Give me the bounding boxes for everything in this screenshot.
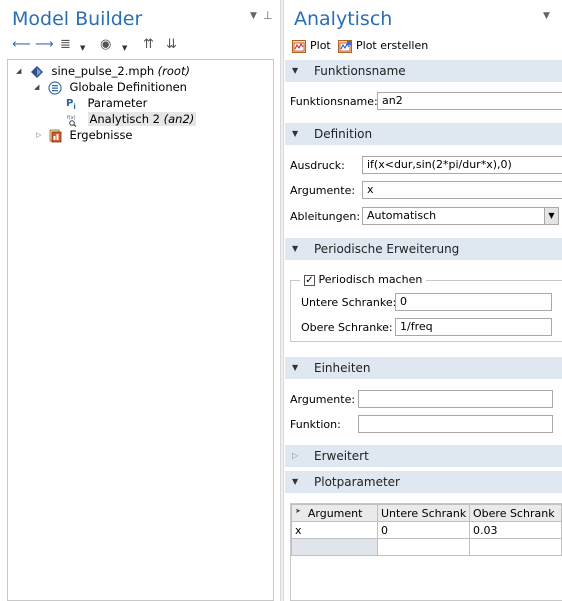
pane-menu-icon[interactable]: ▼ <box>250 11 257 21</box>
model-tree: ◢ sine_pulse_2.mph (root) ◢ Globale Defi… <box>7 59 274 601</box>
global-definitions-icon <box>48 81 62 95</box>
collapsed-triangle-icon[interactable]: ▷ <box>36 127 41 143</box>
derivatives-value: Automatisch <box>367 209 437 222</box>
column-header-upper[interactable]: Obere Schrank <box>469 504 562 522</box>
expand-all-icon[interactable]: ⇊ <box>166 38 177 52</box>
forward-arrow-icon[interactable]: ⟶ <box>35 38 54 52</box>
section-definition-title: Definition <box>314 127 373 141</box>
tree-item-parameters[interactable]: Pi Parameter <box>66 95 147 111</box>
column-header-argument[interactable]: ➤ Argument <box>291 504 378 522</box>
create-plot-button[interactable]: Plot erstellen <box>338 38 428 53</box>
expression-label: Ausdruck: <box>290 159 345 172</box>
expression-input[interactable]: if(x<dur,sin(2*pi/dur*x),0) <box>362 156 562 174</box>
table-cell[interactable] <box>377 538 470 556</box>
parameters-icon: Pi <box>66 98 76 111</box>
column-argument-label: Argument <box>307 506 363 520</box>
plot-parameters-table: ➤ Argument Untere Schrank Obere Schrank … <box>291 504 562 556</box>
list-view-icon[interactable]: ≣ <box>60 38 71 52</box>
pin-icon[interactable]: ⊥ <box>263 9 273 22</box>
section-expanded-icon: ▼ <box>292 477 299 486</box>
section-expanded-icon: ▼ <box>292 66 299 75</box>
model-builder-title: Model Builder <box>12 8 143 30</box>
pane-splitter[interactable] <box>280 0 284 601</box>
analytic-function-icon: f(x) <box>66 113 80 127</box>
lower-bound-label: Untere Schranke: <box>301 296 397 309</box>
model-builder-pane: Model Builder ▼ ⊥ ⟵ ⟶ ≣ ▼ ◉ ▼ ⇈ ⇊ ◢ sine… <box>0 0 280 601</box>
table-row[interactable] <box>291 538 562 556</box>
create-plot-icon <box>338 39 352 53</box>
plot-icon <box>292 39 306 53</box>
upper-bound-input[interactable]: 1/freq <box>395 318 552 336</box>
checkbox-icon[interactable]: ✓ <box>304 274 315 286</box>
show-icon[interactable]: ◉ <box>100 38 111 52</box>
settings-title: Analytisch <box>294 8 393 30</box>
periodic-checkbox[interactable]: ✓ Periodisch machen <box>300 273 427 287</box>
tree-item-analytic[interactable]: f(x) Analytisch 2 (an2) <box>66 111 197 127</box>
collapse-all-icon[interactable]: ⇈ <box>143 38 154 52</box>
table-cell[interactable] <box>469 538 562 556</box>
analytic-label: Analytisch 2 (an2) <box>87 112 197 126</box>
table-cell[interactable]: 0.03 <box>469 521 562 539</box>
section-function-name-title: Funktionsname <box>314 64 406 78</box>
arguments-input[interactable]: x <box>362 181 562 199</box>
root-label: sine_pulse_2.mph <box>51 64 155 78</box>
results-label: Ergebnisse <box>69 128 133 142</box>
section-expanded-icon: ▼ <box>292 129 299 138</box>
section-plot-parameters[interactable]: ▼ Plotparameter <box>285 471 562 493</box>
section-periodic[interactable]: ▼ Periodische Erweiterung <box>285 238 562 260</box>
table-header-row: ➤ Argument Untere Schrank Obere Schrank <box>291 504 562 522</box>
section-collapsed-icon: ▷ <box>292 451 299 460</box>
expanded-triangle-icon[interactable]: ◢ <box>16 63 21 79</box>
dropdown-arrow-icon[interactable]: ▼ <box>544 208 558 224</box>
tree-item-results[interactable]: ▷ Ergebnisse <box>34 127 133 143</box>
section-units-title: Einheiten <box>314 361 371 375</box>
table-cell[interactable]: x <box>291 521 378 539</box>
analytic-suffix: (an2) <box>163 112 195 126</box>
list-dropdown-icon[interactable]: ▼ <box>80 41 85 55</box>
section-periodic-title: Periodische Erweiterung <box>314 242 460 256</box>
units-function-input[interactable] <box>358 415 553 433</box>
arguments-label: Argumente: <box>290 184 356 197</box>
model-icon <box>30 65 44 79</box>
derivatives-label: Ableitungen: <box>290 210 361 223</box>
function-name-label: Funktionsname: <box>290 95 378 108</box>
column-header-lower[interactable]: Untere Schrank <box>377 504 470 522</box>
show-dropdown-icon[interactable]: ▼ <box>122 41 127 55</box>
results-icon <box>48 129 62 143</box>
analytic-name: Analytisch 2 <box>89 112 160 126</box>
function-name-input[interactable]: an2 <box>377 92 562 110</box>
back-arrow-icon[interactable]: ⟵ <box>12 38 31 52</box>
section-units[interactable]: ▼ Einheiten <box>285 357 562 379</box>
section-plot-parameters-title: Plotparameter <box>314 475 400 489</box>
tree-item-root[interactable]: ◢ sine_pulse_2.mph (root) <box>16 63 190 79</box>
section-function-name[interactable]: ▼ Funktionsname <box>285 60 562 82</box>
table-cell[interactable] <box>291 538 378 556</box>
parameters-label: Parameter <box>87 96 148 110</box>
lower-bound-input[interactable]: 0 <box>395 293 552 311</box>
expanded-triangle-icon[interactable]: ◢ <box>34 79 39 95</box>
table-row[interactable]: x 0 0.03 <box>291 521 562 539</box>
units-arguments-input[interactable] <box>358 390 553 408</box>
global-definitions-label: Globale Definitionen <box>69 80 187 94</box>
section-expanded-icon: ▼ <box>292 244 299 253</box>
derivatives-select[interactable]: Automatisch ▼ <box>362 207 559 225</box>
plot-button[interactable]: Plot <box>292 38 331 53</box>
svg-text:f(x): f(x) <box>67 115 76 121</box>
settings-pane: Analytisch ▼ Plot Plot erstellen ▼ Funkt… <box>285 0 562 601</box>
plot-label: Plot <box>310 39 331 52</box>
create-plot-label: Plot erstellen <box>356 39 429 52</box>
section-definition[interactable]: ▼ Definition <box>285 123 562 145</box>
table-cell[interactable]: 0 <box>377 521 470 539</box>
section-expanded-icon: ▼ <box>292 363 299 372</box>
section-advanced[interactable]: ▷ Erweitert <box>285 445 562 467</box>
units-arguments-label: Argumente: <box>290 393 356 406</box>
root-suffix: (root) <box>157 64 190 78</box>
units-function-label: Funktion: <box>290 418 341 431</box>
upper-bound-label: Obere Schranke: <box>301 321 393 334</box>
settings-menu-icon[interactable]: ▼ <box>543 11 550 21</box>
tree-item-global-definitions[interactable]: ◢ Globale Definitionen <box>34 79 187 95</box>
section-advanced-title: Erweitert <box>314 449 369 463</box>
row-marker-icon: ➤ <box>295 506 301 515</box>
periodic-checkbox-label: Periodisch machen <box>318 273 423 286</box>
